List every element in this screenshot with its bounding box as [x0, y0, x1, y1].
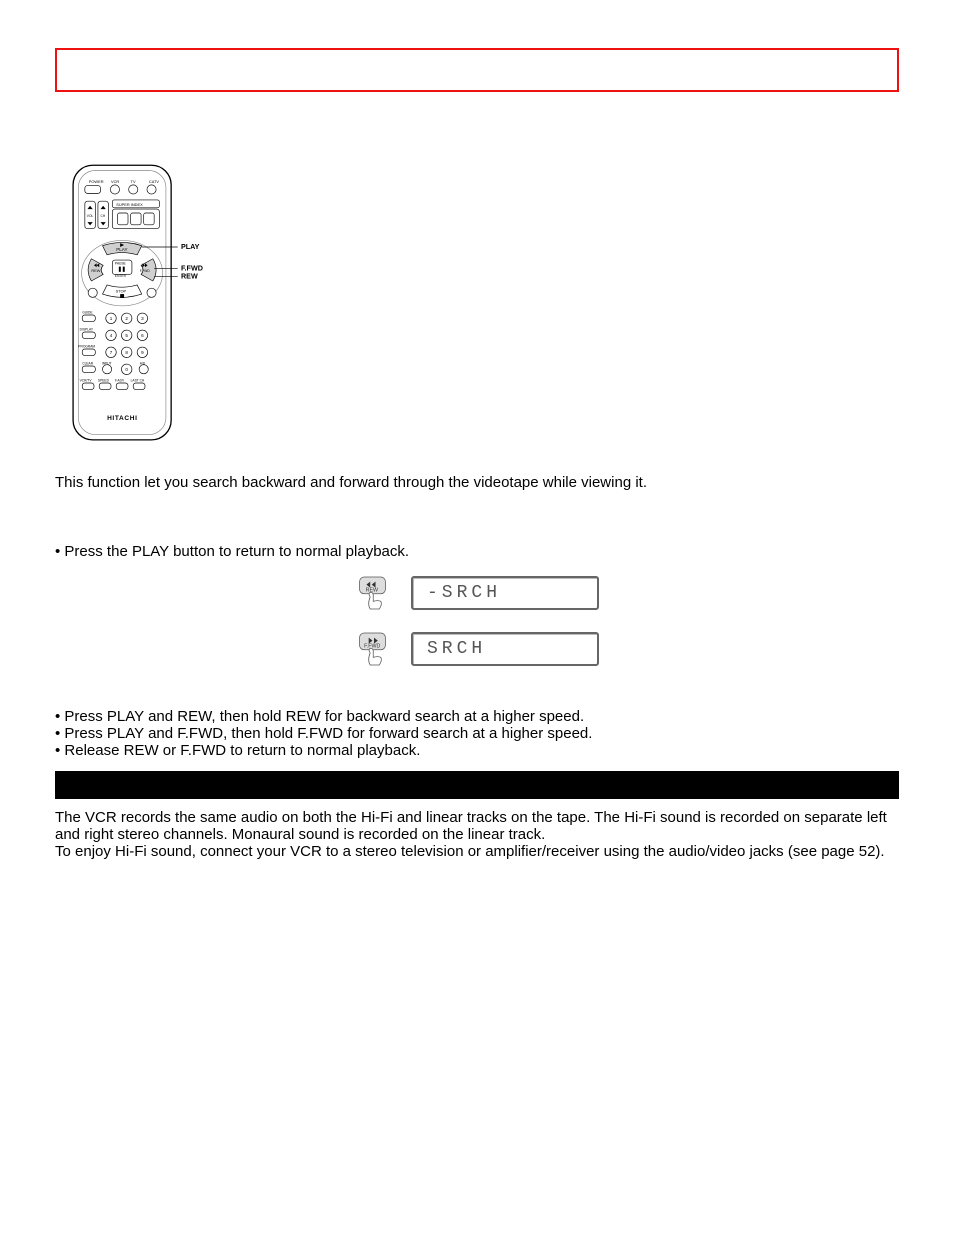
label-power: POWER — [89, 179, 104, 184]
callout-play: PLAY — [181, 242, 200, 251]
svg-text:SPEED: SPEED — [98, 379, 110, 383]
svg-text:F.FWD: F.FWD — [140, 269, 151, 273]
svg-text:GUIDE: GUIDE — [82, 311, 93, 315]
svg-text:9: 9 — [141, 350, 144, 355]
ffwd-button-icon: F.FWD — [355, 630, 393, 668]
svg-text:5: 5 — [125, 333, 128, 338]
svg-text:VOL: VOL — [87, 214, 94, 218]
svg-text:VCR/TV: VCR/TV — [80, 379, 93, 383]
callout-rew: REW — [181, 271, 198, 280]
rew-button-icon: REW — [355, 574, 393, 612]
hifi-p2: To enjoy Hi-Fi sound, connect your VCR t… — [55, 843, 885, 860]
svg-text:2: 2 — [125, 316, 128, 321]
title-box — [55, 48, 899, 92]
svg-text:PROGRAM: PROGRAM — [78, 345, 95, 349]
svg-text:DISPLAY: DISPLAY — [80, 328, 94, 332]
bullet-release: • Release REW or F.FWD to return to norm… — [55, 742, 899, 759]
lcd-displays: REW -SRCH F.FWD SRCH — [55, 574, 899, 668]
hifi-p1: The VCR records the same audio on both t… — [55, 809, 887, 843]
svg-text:8: 8 — [125, 350, 128, 355]
section-divider — [55, 771, 899, 799]
svg-text:TV: TV — [131, 179, 136, 184]
svg-text:VCR: VCR — [111, 179, 119, 184]
hifi-text: The VCR records the same audio on both t… — [55, 809, 899, 860]
svg-text:3: 3 — [141, 316, 144, 321]
svg-text:CH: CH — [101, 214, 106, 218]
svg-text:0: 0 — [125, 367, 128, 372]
svg-text:6: 6 — [141, 333, 144, 338]
svg-text:SUPER INDEX: SUPER INDEX — [116, 202, 143, 207]
step-return-play: • Press the PLAY button to return to nor… — [55, 543, 899, 560]
bullet-rew: • Press PLAY and REW, then hold REW for … — [55, 708, 899, 725]
lcd-rew: -SRCH — [411, 576, 599, 610]
lcd-ffwd: SRCH — [411, 632, 599, 666]
svg-text:F.ADV: F.ADV — [115, 379, 125, 383]
brand-label: HITACHI — [107, 415, 138, 422]
svg-text:1: 1 — [110, 316, 113, 321]
svg-text:PAUSE: PAUSE — [115, 262, 127, 266]
svg-text:PLAY: PLAY — [116, 247, 127, 252]
bullet-ffwd: • Press PLAY and F.FWD, then hold F.FWD … — [55, 725, 899, 742]
intro-text: This function let you search backward an… — [55, 473, 899, 493]
svg-text:4: 4 — [110, 333, 113, 338]
svg-text:CLEAR: CLEAR — [82, 362, 93, 366]
svg-text:CATV: CATV — [149, 179, 160, 184]
svg-text:ENTER: ENTER — [115, 274, 127, 278]
svg-text:STOP: STOP — [116, 289, 127, 294]
svg-text:REW: REW — [91, 268, 100, 273]
high-speed-steps: • Press PLAY and REW, then hold REW for … — [55, 708, 899, 759]
svg-text:LAST CH: LAST CH — [131, 379, 145, 383]
remote-illustration: POWER VCR TV CATV SUPER INDEX VOL CH — [60, 162, 230, 443]
svg-text:7: 7 — [110, 350, 113, 355]
